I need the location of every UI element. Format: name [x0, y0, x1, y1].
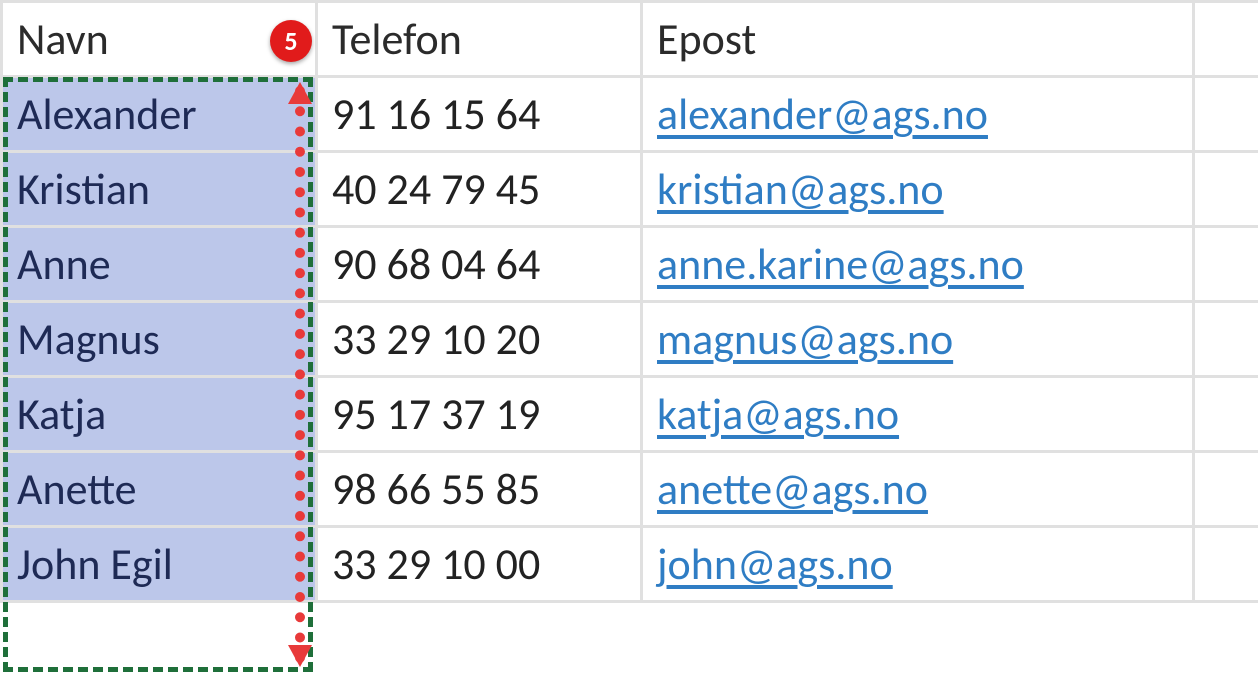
table-row: Magnus33 29 10 20 magnus@ags.no — [2, 302, 1258, 377]
cell-empty[interactable] — [1194, 377, 1258, 452]
contacts-table: Navn Telefon Epost Alexander91 16 15 64 a… — [0, 0, 1258, 603]
email-link[interactable]: kristian@ags.no — [657, 162, 944, 216]
table-row: Kristian40 24 79 45 kristian@ags.no — [2, 152, 1258, 227]
header-row: Navn Telefon Epost — [2, 2, 1258, 77]
cell-phone[interactable]: 95 17 37 19 — [317, 377, 642, 452]
table-row: Katja95 17 37 19 katja@ags.no — [2, 377, 1258, 452]
cell-phone[interactable]: 90 68 04 64 — [317, 227, 642, 302]
cell-phone[interactable]: 33 29 10 00 — [317, 527, 642, 602]
cell-empty[interactable] — [1194, 227, 1258, 302]
cell-empty[interactable] — [1194, 527, 1258, 602]
cell-email[interactable]: anette@ags.no — [642, 452, 1194, 527]
cell-email[interactable]: magnus@ags.no — [642, 302, 1194, 377]
cell-phone[interactable]: 98 66 55 85 — [317, 452, 642, 527]
table-row: Anette98 66 55 85 anette@ags.no — [2, 452, 1258, 527]
header-name[interactable]: Navn — [2, 2, 317, 77]
cell-empty[interactable] — [1194, 452, 1258, 527]
email-link[interactable]: john@ags.no — [657, 537, 893, 591]
cell-empty[interactable] — [1194, 152, 1258, 227]
cell-empty[interactable] — [1194, 302, 1258, 377]
table-row: John Egil33 29 10 00 john@ags.no — [2, 527, 1258, 602]
header-phone[interactable]: Telefon — [317, 2, 642, 77]
header-empty[interactable] — [1194, 2, 1258, 77]
cell-name[interactable]: Katja — [2, 377, 317, 452]
email-link[interactable]: anne.karine@ags.no — [657, 237, 1024, 291]
cell-phone[interactable]: 40 24 79 45 — [317, 152, 642, 227]
table-row: Anne90 68 04 64 anne.karine@ags.no — [2, 227, 1258, 302]
cell-name[interactable]: Kristian — [2, 152, 317, 227]
header-email[interactable]: Epost — [642, 2, 1194, 77]
cell-name[interactable]: Magnus — [2, 302, 317, 377]
cell-email[interactable]: alexander@ags.no — [642, 77, 1194, 152]
cell-empty[interactable] — [1194, 77, 1258, 152]
email-link[interactable]: magnus@ags.no — [657, 312, 953, 366]
email-link[interactable]: katja@ags.no — [657, 387, 899, 441]
spreadsheet: Navn Telefon Epost Alexander91 16 15 64 a… — [0, 0, 1258, 677]
table-row: Alexander91 16 15 64 alexander@ags.no — [2, 77, 1258, 152]
cell-name[interactable]: John Egil — [2, 527, 317, 602]
email-link[interactable]: anette@ags.no — [657, 462, 928, 516]
cell-name[interactable]: Alexander — [2, 77, 317, 152]
cell-email[interactable]: katja@ags.no — [642, 377, 1194, 452]
cell-name[interactable]: Anne — [2, 227, 317, 302]
cell-phone[interactable]: 91 16 15 64 — [317, 77, 642, 152]
cell-name[interactable]: Anette — [2, 452, 317, 527]
cell-email[interactable]: john@ags.no — [642, 527, 1194, 602]
cell-email[interactable]: anne.karine@ags.no — [642, 227, 1194, 302]
cell-email[interactable]: kristian@ags.no — [642, 152, 1194, 227]
cell-phone[interactable]: 33 29 10 20 — [317, 302, 642, 377]
email-link[interactable]: alexander@ags.no — [657, 87, 988, 141]
